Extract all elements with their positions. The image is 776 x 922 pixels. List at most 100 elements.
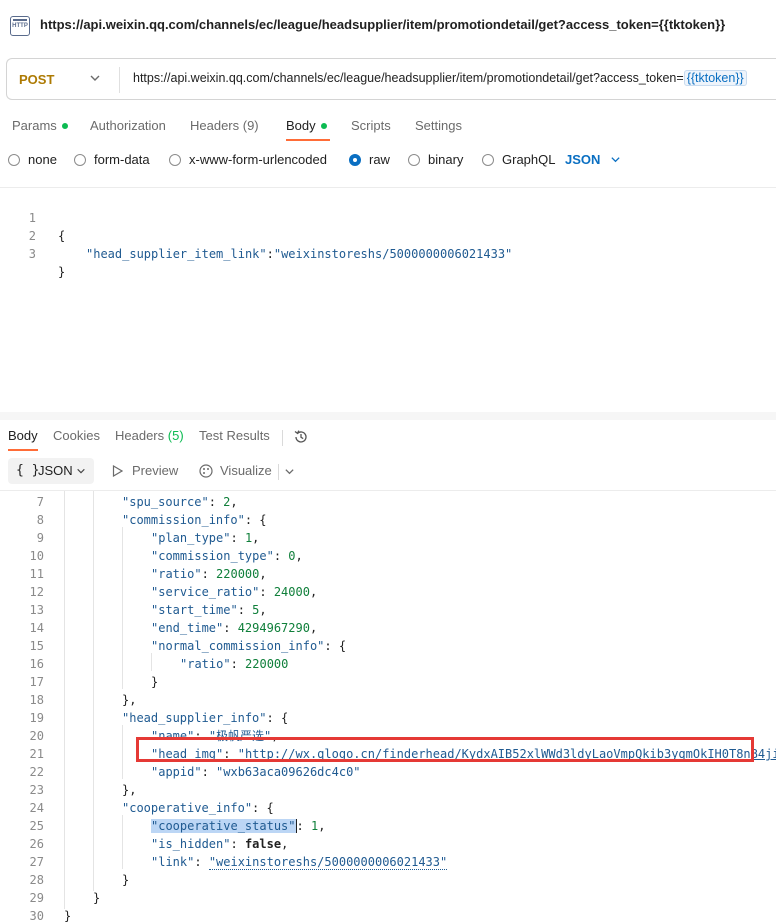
response-body-editor[interactable]: 7 "spu_source": 2, 8 "commission_info": {9 "… (0, 490, 776, 922)
code-line: 3 } (0, 227, 65, 279)
radio-label: binary (428, 152, 464, 167)
json-key: "is_hidden" (151, 837, 231, 851)
status-dot (320, 122, 327, 129)
tab-params[interactable]: Params (12, 118, 68, 133)
tab-label: Body (286, 118, 316, 133)
line-number: 23 (29, 783, 44, 797)
json-value: { (280, 711, 289, 725)
line-number: 30 (29, 909, 44, 922)
line-number: 9 (36, 531, 44, 545)
code-line: 1 { (0, 191, 65, 243)
url-input[interactable]: https://api.weixin.qq.com/channels/ec/le… (133, 70, 747, 86)
tab-body[interactable]: Body (286, 118, 327, 133)
json-key: "spu_source" (122, 495, 209, 509)
radio-binary[interactable]: binary (408, 152, 463, 167)
line-number: 16 (29, 657, 44, 671)
radio-form-data[interactable]: form-data (74, 152, 150, 167)
json-punctuation: }, (122, 783, 137, 797)
tab-response-body[interactable]: Body (8, 428, 38, 443)
json-key: "appid" (151, 765, 202, 779)
radio-circle (482, 153, 494, 166)
json-key: "cooperative_status" (151, 819, 296, 833)
response-format-select[interactable]: { } JSON (8, 458, 94, 484)
json-value: false (244, 837, 282, 851)
json-punctuation: , (318, 819, 326, 833)
code-text: "is_hidden": false, (151, 837, 289, 851)
tab-cookies[interactable]: Cookies (53, 428, 100, 443)
status-dot (61, 122, 68, 129)
json-value: "wxb63aca09626dc4c0" (216, 765, 361, 779)
line-number: 8 (36, 513, 44, 527)
preview-button[interactable]: Preview (132, 463, 178, 478)
indent-guide (122, 815, 123, 869)
play-icon (112, 465, 123, 477)
highlight-box (136, 737, 754, 762)
line-number: 10 (29, 549, 44, 563)
code-text: "head_supplier_item_link":"weixinstoresh… (86, 247, 513, 261)
json-key: "end_time" (151, 621, 224, 635)
json-punctuation: , (309, 585, 318, 599)
body-format-select[interactable]: JSON (565, 152, 600, 167)
http-icon: HTTP (10, 16, 30, 36)
line-number: 29 (29, 891, 44, 905)
line-number: 25 (29, 819, 44, 833)
tab-scripts[interactable]: Scripts (351, 118, 391, 133)
chevron-down-icon[interactable] (284, 466, 295, 477)
indent-guide (64, 491, 65, 909)
radio-label: GraphQL (502, 152, 556, 167)
json-value: 0 (288, 549, 296, 563)
json-value: 24000 (273, 585, 310, 599)
json-punctuation: } (93, 891, 101, 905)
tab-settings[interactable]: Settings (415, 118, 462, 133)
request-body-editor[interactable]: 1 { 2 "head_supplier_item_link":"weixins… (0, 187, 776, 414)
code-text: } (151, 673, 158, 691)
tab-response-headers[interactable]: Headers (5) (115, 428, 184, 443)
line-number: 24 (29, 801, 44, 815)
code-text: } (58, 265, 66, 279)
line-number: 26 (29, 837, 44, 851)
pane-resize-handle[interactable] (0, 412, 776, 420)
headers-count: (5) (167, 428, 184, 443)
method-select[interactable]: POST (19, 72, 54, 87)
radio-circle (408, 153, 420, 166)
radio-x-www-form-urlencoded[interactable]: x-www-form-urlencoded (169, 152, 327, 167)
code-text: }, (122, 781, 136, 799)
line-number: 27 (29, 855, 44, 869)
json-key: "head_supplier_info" (122, 711, 267, 725)
tab-authorization[interactable]: Authorization (90, 118, 166, 133)
json-value: 4294967290 (237, 621, 310, 635)
code-text: "plan_type": 1, (151, 531, 260, 545)
radio-none[interactable]: none (8, 152, 57, 167)
json-punctuation: , (295, 549, 303, 563)
chevron-down-icon[interactable] (610, 154, 621, 165)
tab-headers[interactable]: Headers (9) (190, 118, 259, 133)
code-text: "appid": "wxb63aca09626dc4c0" (151, 765, 361, 779)
request-title-bar: HTTP https://api.weixin.qq.com/channels/… (0, 0, 776, 52)
code-text: { (58, 229, 66, 243)
code-text: "cooperative_info": { (122, 801, 274, 815)
line-number: 19 (29, 711, 44, 725)
json-punctuation: , (259, 603, 267, 617)
json-punctuation: } (151, 675, 159, 689)
visualize-button[interactable]: Visualize (220, 463, 272, 478)
radio-graphql[interactable]: GraphQL (482, 152, 555, 167)
json-value[interactable]: "weixinstoreshs/5000000006021433" (208, 855, 448, 870)
url-variable[interactable]: {{tktoken}} (683, 70, 747, 86)
radio-raw[interactable]: raw (349, 152, 390, 167)
radio-circle (8, 153, 20, 166)
code-text: "normal_commission_info": { (151, 639, 347, 653)
json-punctuation: } (122, 873, 130, 887)
chevron-down-icon[interactable] (89, 72, 101, 84)
request-tabs: Params Authorization Headers (9) Body Sc… (0, 112, 776, 141)
json-key: "ratio" (151, 567, 202, 581)
radio-circle (169, 153, 181, 166)
code-text: } (122, 871, 129, 889)
divider (119, 67, 120, 93)
json-value: 220000 (245, 657, 289, 671)
history-icon[interactable] (292, 428, 310, 446)
tab-test-results[interactable]: Test Results (199, 428, 270, 443)
radio-label: x-www-form-urlencoded (189, 152, 327, 167)
code-text: "cooperative_status": 1, (151, 818, 326, 833)
line-number: 22 (29, 765, 44, 779)
braces-icon: { } (16, 463, 40, 478)
